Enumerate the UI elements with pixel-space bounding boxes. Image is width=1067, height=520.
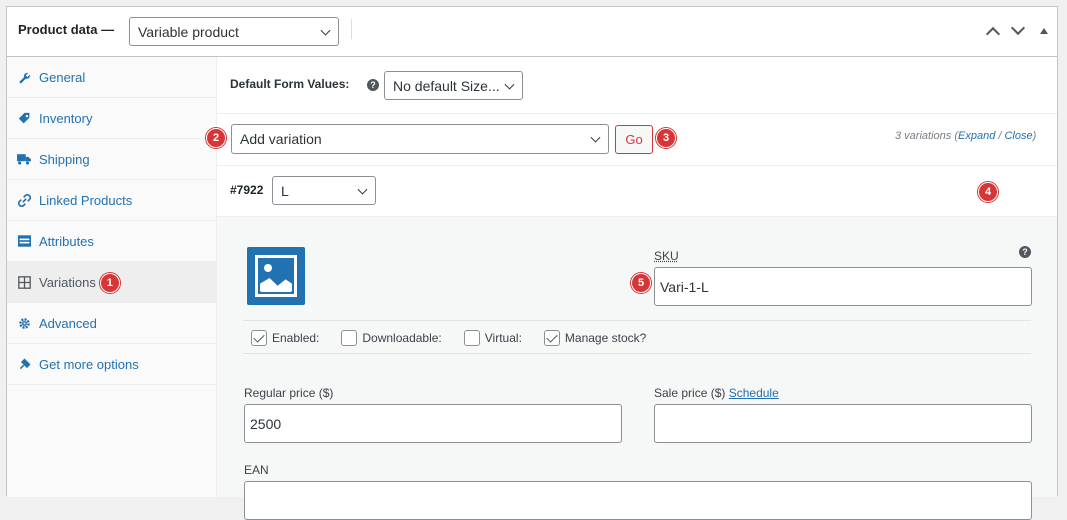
sku-label: SKU [654, 249, 679, 263]
virtual-option[interactable]: Virtual: [464, 330, 522, 346]
step-badge-1: 1 [100, 273, 120, 293]
variation-body: SKU ? 5 Vari-1-L Enabled: Downloadable: … [217, 217, 1057, 497]
product-data-tabs: General Inventory Shipping Linked Produc… [7, 57, 217, 497]
divider [243, 353, 1031, 354]
chevron-down-icon [591, 133, 601, 143]
manage-stock-label: Manage stock? [565, 331, 646, 345]
enabled-option[interactable]: Enabled: [251, 330, 319, 346]
tab-linked-products[interactable]: Linked Products [7, 180, 216, 221]
tab-general-label: General [39, 70, 85, 85]
move-down-icon[interactable] [1011, 21, 1025, 35]
step-badge-2: 2 [206, 128, 226, 148]
default-form-values-label: Default Form Values: [230, 77, 349, 91]
product-data-title: Product data — [18, 22, 114, 37]
wrench-icon [17, 70, 31, 84]
step-badge-5: 5 [631, 273, 651, 293]
tab-attributes-label: Attributes [39, 234, 94, 249]
product-type-select[interactable]: Variable product [129, 17, 339, 46]
tab-shipping[interactable]: Shipping [7, 139, 216, 180]
ean-input[interactable] [244, 481, 1032, 520]
sale-price-label: Sale price ($) [654, 386, 725, 400]
tab-advanced-label: Advanced [39, 316, 97, 331]
manage-stock-option[interactable]: Manage stock? [544, 330, 646, 346]
ean-label: EAN [244, 463, 269, 477]
tag-icon [17, 111, 31, 125]
gear-icon [17, 316, 31, 330]
step-badge-4: 4 [978, 182, 998, 202]
grid-icon [17, 275, 31, 289]
variation-size-value: L [281, 183, 289, 199]
help-icon[interactable]: ? [367, 79, 379, 91]
plugin-icon [17, 357, 31, 371]
chevron-down-icon [321, 25, 331, 35]
variations-count: 3 variations (Expand / Close) [895, 130, 1036, 142]
downloadable-option[interactable]: Downloadable: [341, 330, 441, 346]
tab-inventory[interactable]: Inventory [7, 98, 216, 139]
product-data-panel: Product data — Variable product General … [6, 6, 1058, 496]
tab-inventory-label: Inventory [39, 111, 92, 126]
divider [243, 320, 1031, 321]
variation-size-select[interactable]: L [272, 176, 376, 205]
truck-icon [17, 152, 31, 166]
tab-variations-label: Variations [39, 275, 96, 290]
chevron-down-icon [358, 184, 368, 194]
list-icon [17, 234, 31, 248]
divider [217, 165, 1057, 166]
header-divider [351, 19, 352, 39]
expand-link[interactable]: Expand [958, 130, 995, 142]
link-icon [17, 193, 31, 207]
image-hill-shape [260, 278, 292, 292]
variations-panel: Default Form Values: ? No default Size..… [217, 57, 1057, 497]
schedule-link[interactable]: Schedule [729, 386, 779, 400]
regular-price-input[interactable]: 2500 [244, 404, 622, 443]
variation-image-placeholder[interactable] [247, 247, 305, 305]
default-size-select[interactable]: No default Size... [384, 71, 523, 100]
tab-shipping-label: Shipping [39, 152, 90, 167]
virtual-checkbox[interactable] [464, 330, 480, 346]
chevron-down-icon [505, 79, 515, 89]
tab-general[interactable]: General [7, 57, 216, 98]
enabled-label: Enabled: [272, 331, 319, 345]
image-sun-shape [264, 264, 272, 272]
move-up-icon[interactable] [986, 27, 1000, 41]
sale-price-label-group: Sale price ($) Schedule [654, 386, 779, 400]
go-button[interactable]: Go [615, 125, 653, 154]
regular-price-label: Regular price ($) [244, 386, 333, 400]
tab-get-more-options-label: Get more options [39, 357, 139, 372]
enabled-checkbox[interactable] [251, 330, 267, 346]
downloadable-checkbox[interactable] [341, 330, 357, 346]
regular-price-value: 2500 [250, 416, 281, 432]
variation-action-select[interactable]: Add variation [231, 124, 609, 154]
manage-stock-checkbox[interactable] [544, 330, 560, 346]
collapse-toggle-icon[interactable] [1040, 28, 1048, 34]
downloadable-label: Downloadable: [362, 331, 441, 345]
image-icon [255, 255, 297, 297]
variation-action-value: Add variation [240, 131, 322, 147]
virtual-label: Virtual: [485, 331, 522, 345]
tab-get-more-options[interactable]: Get more options [7, 344, 216, 385]
variations-count-text: 3 variations [895, 130, 951, 142]
sku-value: Vari-1-L [660, 279, 709, 295]
variation-options: Enabled: Downloadable: Virtual: Manage s… [251, 330, 668, 346]
sale-price-input[interactable] [654, 404, 1032, 443]
tab-linked-products-label: Linked Products [39, 193, 132, 208]
sku-help-icon[interactable]: ? [1019, 246, 1031, 258]
sku-input[interactable]: Vari-1-L [654, 267, 1032, 306]
product-type-value: Variable product [138, 24, 239, 40]
variation-id: #7922 [230, 183, 263, 197]
product-data-header: Product data — Variable product [7, 7, 1057, 57]
tab-attributes[interactable]: Attributes [7, 221, 216, 262]
tab-advanced[interactable]: Advanced [7, 303, 216, 344]
divider [217, 113, 1057, 114]
tab-variations[interactable]: Variations 1 [7, 262, 216, 303]
close-link[interactable]: Close [1004, 130, 1032, 142]
step-badge-3: 3 [656, 128, 676, 148]
default-size-value: No default Size... [393, 78, 500, 94]
